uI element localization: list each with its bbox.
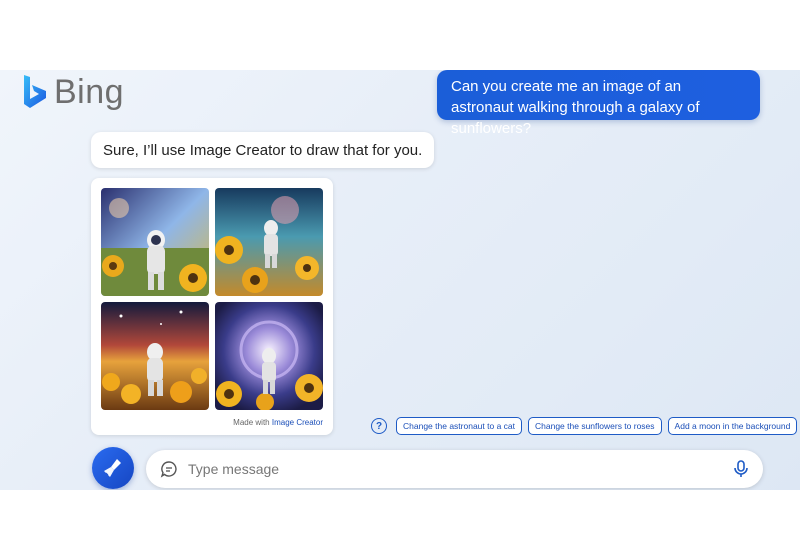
astronaut-sunflowers-image-1[interactable] (101, 188, 209, 296)
bot-message-text: Sure, I’ll use Image Creator to draw tha… (103, 141, 423, 159)
image-card-footer: Made with Image Creator (233, 418, 323, 427)
help-icon[interactable]: ? (371, 418, 387, 434)
microphone-icon[interactable] (733, 460, 749, 478)
astronaut-sunflowers-image-4[interactable] (215, 302, 323, 410)
image-creator-card: Made with Image Creator (91, 178, 333, 435)
bing-logo-icon (24, 75, 46, 108)
chat-bubble-icon (160, 461, 177, 478)
new-topic-button[interactable] (92, 447, 134, 489)
bing-wordmark: Bing (54, 72, 125, 111)
bing-logo: Bing (22, 72, 124, 112)
footer-prefix: Made with (233, 418, 270, 427)
suggestion-chip-cat[interactable]: Change the astronaut to a cat (396, 417, 522, 435)
message-composer (146, 450, 763, 488)
bot-message-bubble: Sure, I’ll use Image Creator to draw tha… (91, 132, 435, 168)
suggestion-chip-roses[interactable]: Change the sunflowers to roses (528, 417, 662, 435)
astronaut-sunflowers-image-2[interactable] (215, 188, 323, 296)
user-message-bubble: Can you create me an image of an astrona… (437, 70, 760, 137)
bing-chat-window: Bing Can you create me an image of an as… (0, 70, 800, 490)
suggestion-chip-moon[interactable]: Add a moon in the background (667, 417, 798, 435)
broom-icon (104, 459, 121, 477)
image-creator-link[interactable]: Image Creator (272, 418, 323, 427)
suggestion-bar: ? Change the astronaut to a cat Change t… (371, 417, 798, 435)
astronaut-sunflowers-image-3[interactable] (101, 302, 209, 410)
message-input[interactable] (186, 460, 733, 478)
